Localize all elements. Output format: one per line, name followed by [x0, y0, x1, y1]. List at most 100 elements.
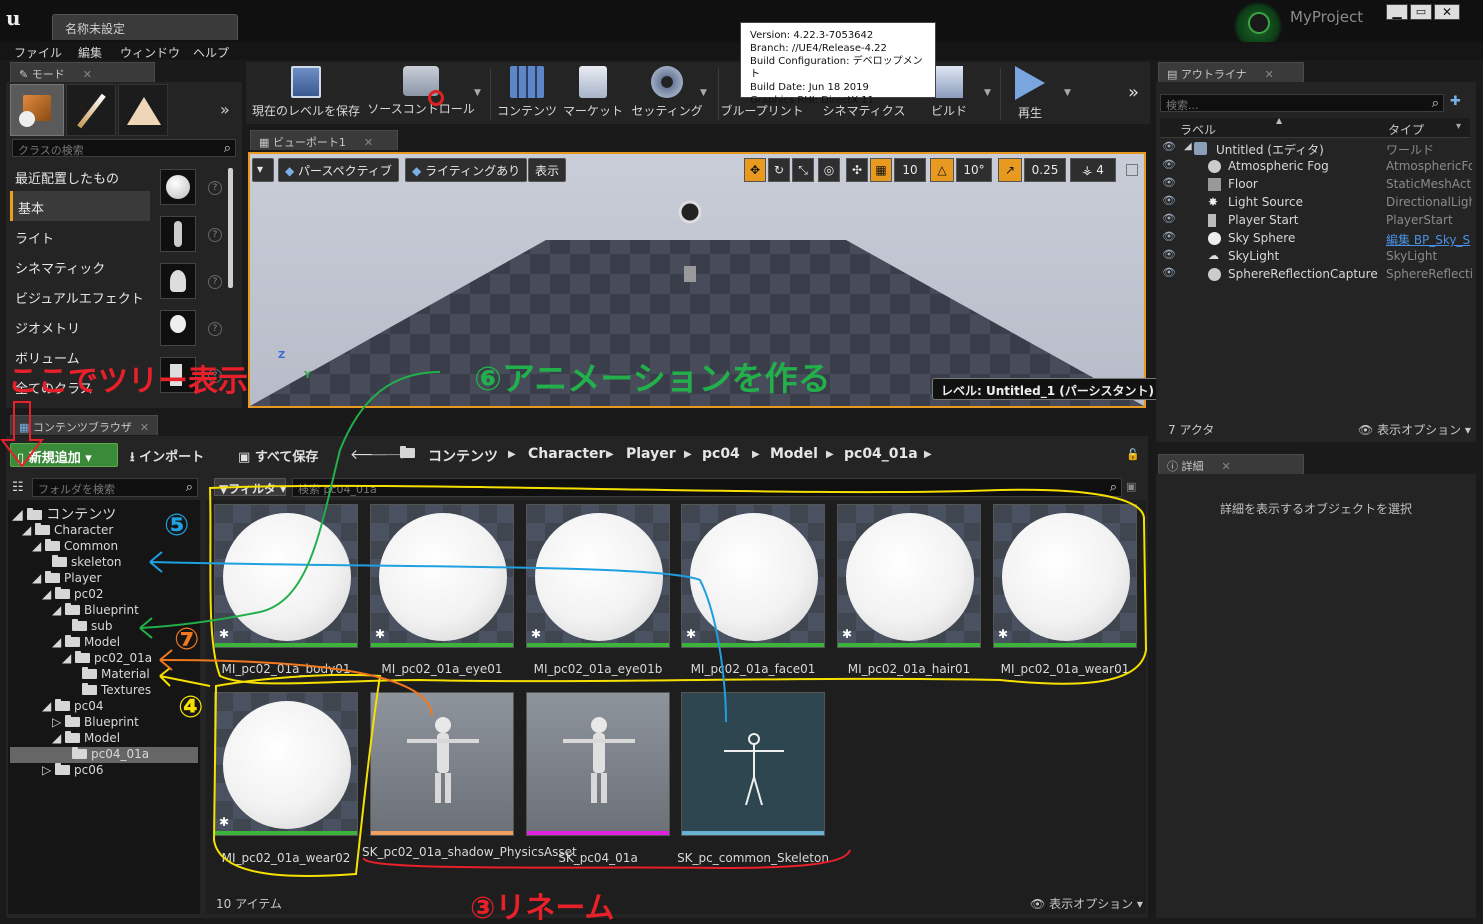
- tree-item-pc02[interactable]: ◢ pc02: [42, 587, 104, 603]
- tree-item-pc04-blueprint[interactable]: ▷ Blueprint: [52, 715, 139, 731]
- category-geometry[interactable]: ジオメトリ: [10, 311, 150, 341]
- outliner-row[interactable]: 👁 Player Start PlayerStart: [1160, 212, 1472, 230]
- asset-thumbnail[interactable]: ✱: [214, 692, 358, 836]
- close-icon[interactable]: ✕: [140, 421, 149, 434]
- viewport-tab[interactable]: ▦ ビューポート1 ✕: [250, 130, 398, 150]
- translate-tool-icon[interactable]: ✥: [744, 158, 766, 182]
- paint-mode-button[interactable]: [66, 84, 116, 136]
- save-search-icon[interactable]: ▣: [1126, 480, 1136, 493]
- breadcrumb-content[interactable]: コンテンツ: [428, 446, 498, 466]
- asset-thumbnail[interactable]: ✱: [681, 504, 825, 648]
- outliner-row[interactable]: 👁 ◢ Untitled (エディタ) ワールド: [1160, 140, 1472, 158]
- scale-snap-icon[interactable]: ↗: [998, 158, 1022, 182]
- viewport-options-button[interactable]: ▾: [252, 158, 274, 182]
- tree-item-content[interactable]: ◢ コンテンツ: [12, 504, 116, 523]
- outliner-row[interactable]: 👁 Floor StaticMeshActor: [1160, 176, 1472, 194]
- dropdown-arrow-icon[interactable]: ▼: [474, 88, 481, 98]
- breadcrumb-separator-icon[interactable]: ▶: [606, 449, 614, 460]
- rotation-snap-icon[interactable]: △: [930, 158, 954, 182]
- breadcrumb-player[interactable]: Player: [626, 446, 676, 462]
- category-basic[interactable]: 基本: [10, 191, 150, 221]
- unreal-logo-icon[interactable]: u: [6, 6, 21, 30]
- rotation-snap-value[interactable]: 10°: [956, 158, 992, 182]
- place-item-character[interactable]: [160, 216, 196, 252]
- tree-item-character[interactable]: ◢ Character: [22, 523, 113, 539]
- outliner-row[interactable]: 👁 SphereReflectionCapture SphereReflection…: [1160, 266, 1472, 284]
- settings-button[interactable]: セッティング: [630, 66, 704, 122]
- tree-item-pc04-01a[interactable]: pc04_01a: [72, 747, 149, 763]
- place-item-empty-actor[interactable]: [160, 169, 196, 205]
- visibility-eye-icon[interactable]: 👁: [1162, 194, 1176, 207]
- toggle-sources-icon[interactable]: ☷: [12, 480, 24, 495]
- level-tab[interactable]: 名称未設定: [52, 14, 238, 40]
- asset-thumbnail[interactable]: [526, 692, 670, 836]
- breadcrumb-character[interactable]: Character: [528, 446, 605, 462]
- dropdown-arrow-icon[interactable]: ▼: [700, 88, 707, 98]
- outliner-row[interactable]: 👁 Atmospheric Fog AtmosphericFog: [1160, 158, 1472, 176]
- show-button[interactable]: 表示: [528, 158, 567, 182]
- marketplace-button[interactable]: マーケット: [562, 66, 624, 122]
- tree-item-pc04-model[interactable]: ◢ Model: [52, 731, 120, 747]
- outliner-col-label[interactable]: ラベル: [1180, 121, 1216, 138]
- folder-search-input[interactable]: フォルダを検索 ⌕: [32, 478, 198, 497]
- source-control-button[interactable]: ソースコントロール: [366, 66, 476, 122]
- expand-arrow-icon[interactable]: ◢: [1184, 141, 1192, 152]
- lighting-mode-button[interactable]: ◆ ライティングあり: [405, 158, 528, 182]
- close-icon[interactable]: ✕: [83, 68, 92, 81]
- outliner-search-input[interactable]: 検索... ⌕: [1160, 94, 1444, 112]
- class-search-input[interactable]: クラスの検索 ⌕: [12, 139, 236, 157]
- modes-scrollbar[interactable]: [228, 168, 233, 288]
- category-lights[interactable]: ライト: [10, 221, 150, 251]
- place-mode-button[interactable]: [10, 84, 64, 136]
- category-cinematic[interactable]: シネマティック: [10, 251, 150, 281]
- asset-thumbnail[interactable]: ✱: [214, 504, 358, 648]
- perspective-button[interactable]: ◆ パースペクティブ: [278, 158, 399, 182]
- tree-item-player[interactable]: ◢ Player: [32, 571, 101, 587]
- landscape-mode-button[interactable]: [118, 84, 168, 136]
- edit-blueprint-link[interactable]: 編集 BP_Sky_S: [1386, 231, 1472, 248]
- breadcrumb-pc04[interactable]: pc04: [702, 446, 740, 462]
- breadcrumb-separator-icon[interactable]: ▶: [924, 449, 932, 460]
- close-icon[interactable]: ✕: [1222, 460, 1231, 473]
- outliner-row[interactable]: 👁 Sky Sphere 編集 BP_Sky_S: [1160, 230, 1472, 248]
- outliner-row[interactable]: 👁 ✸ Light Source DirectionalLight: [1160, 194, 1472, 212]
- asset-thumbnail[interactable]: [681, 692, 825, 836]
- category-visual-effects[interactable]: ビジュアルエフェクト: [10, 281, 150, 311]
- close-icon[interactable]: ✕: [1265, 68, 1274, 81]
- maximize-viewport-icon[interactable]: [1126, 164, 1138, 176]
- tree-item-pc04[interactable]: ◢ pc04: [42, 699, 104, 715]
- menu-window[interactable]: ウィンドウ: [120, 44, 180, 61]
- close-icon[interactable]: ✕: [364, 136, 373, 149]
- place-item-point-light[interactable]: [160, 310, 196, 346]
- dropdown-arrow-icon[interactable]: ▼: [984, 88, 991, 98]
- tree-item-material[interactable]: Material: [82, 667, 150, 683]
- tree-item-textures[interactable]: Textures: [82, 683, 151, 699]
- more-modes-chevron-icon[interactable]: »: [220, 100, 230, 119]
- content-browser-tab[interactable]: ▦ コンテンツブラウザ ✕: [10, 415, 158, 435]
- outliner-view-options-button[interactable]: 👁 表示オプション ▾: [1358, 421, 1471, 438]
- asset-thumbnail[interactable]: ✱: [993, 504, 1137, 648]
- world-local-icon[interactable]: ◎: [818, 158, 840, 182]
- category-recent[interactable]: 最近配置したもの: [10, 161, 150, 191]
- scale-snap-value[interactable]: 0.25: [1024, 158, 1066, 182]
- visibility-eye-icon[interactable]: 👁: [1162, 158, 1176, 171]
- breadcrumb-pc04-01a[interactable]: pc04_01a: [844, 446, 918, 462]
- visibility-eye-icon[interactable]: 👁: [1162, 266, 1176, 279]
- content-view-options-button[interactable]: 👁 表示オプション ▾: [1030, 895, 1143, 912]
- save-all-button[interactable]: ▣ すべて保存: [238, 446, 318, 465]
- asset-thumbnail[interactable]: ✱: [370, 504, 514, 648]
- scale-tool-icon[interactable]: ⤡: [792, 158, 814, 182]
- grid-snap-value[interactable]: 10: [894, 158, 926, 182]
- asset-thumbnail[interactable]: ✱: [526, 504, 670, 648]
- outliner-col-type[interactable]: タイプ: [1388, 121, 1424, 138]
- menu-help[interactable]: ヘルプ: [193, 44, 229, 61]
- rotate-tool-icon[interactable]: ↻: [768, 158, 790, 182]
- camera-speed-button[interactable]: ⚶ 4: [1070, 158, 1116, 182]
- breadcrumb-separator-icon[interactable]: ▶: [826, 449, 834, 460]
- add-new-button[interactable]: ▯ 新規追加 ▾: [10, 443, 118, 467]
- details-tab[interactable]: ⓘ 詳細 ✕: [1158, 454, 1304, 474]
- create-folder-icon[interactable]: ✚: [1450, 94, 1461, 109]
- content-button[interactable]: コンテンツ: [496, 66, 558, 122]
- visibility-eye-icon[interactable]: 👁: [1162, 230, 1176, 243]
- help-icon[interactable]: ?: [208, 275, 222, 289]
